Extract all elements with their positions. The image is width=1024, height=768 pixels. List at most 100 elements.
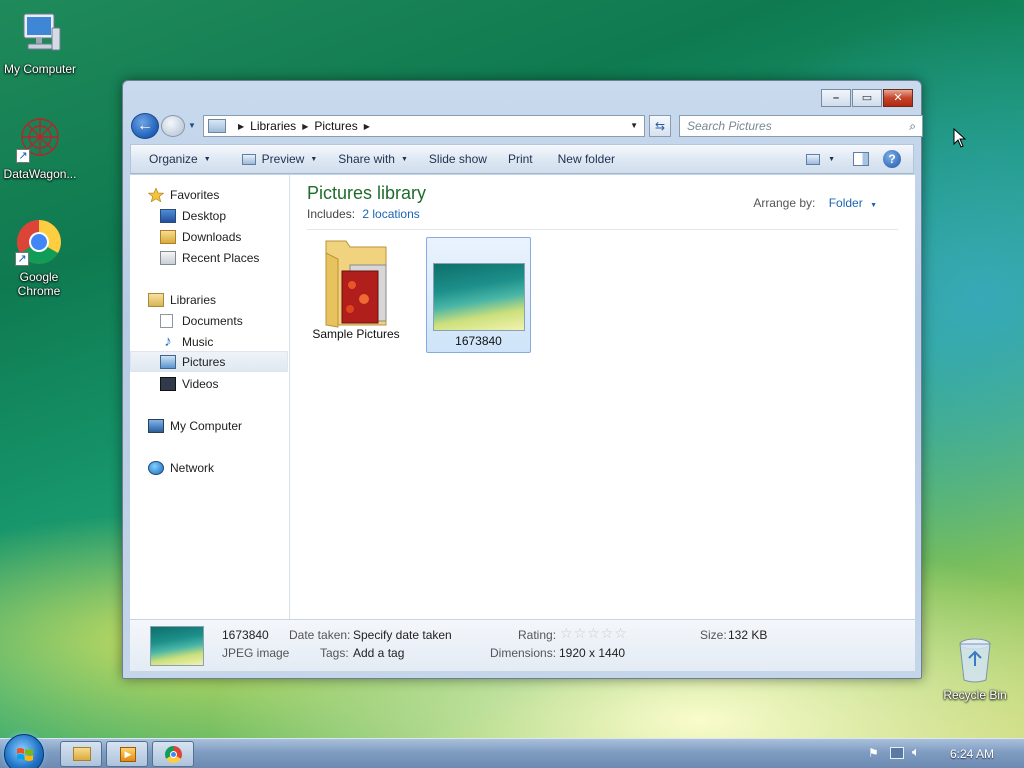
- chevron-down-icon[interactable]: ▼: [870, 202, 877, 209]
- minimize-button[interactable]: –: [821, 89, 851, 107]
- new-folder-button[interactable]: New folder: [542, 152, 624, 166]
- recycle-bin-icon: [955, 636, 995, 684]
- restore-icon: ▭: [861, 92, 873, 104]
- nav-documents[interactable]: Documents: [160, 310, 243, 331]
- network-status-icon[interactable]: [890, 747, 904, 759]
- arrange-by-dropdown[interactable]: Folder: [829, 196, 863, 210]
- breadcrumb-libraries[interactable]: Libraries: [250, 119, 296, 133]
- desktop-icon-label: Google Chrome: [17, 270, 61, 298]
- star-empty-icon[interactable]: ☆: [587, 625, 601, 641]
- slide-show-button[interactable]: Slide show: [417, 152, 496, 166]
- chrome-icon: [165, 746, 182, 763]
- nav-my-computer-label: My Computer: [170, 418, 243, 433]
- details-thumbnail: [150, 626, 204, 666]
- nav-videos[interactable]: Videos: [160, 373, 218, 394]
- recent-places-icon: [160, 250, 176, 265]
- organize-label: Organize: [149, 152, 198, 166]
- nav-music[interactable]: ♪ Music: [160, 331, 213, 352]
- help-icon[interactable]: ?: [883, 150, 901, 168]
- chevron-down-icon: ▼: [828, 155, 835, 163]
- volume-icon[interactable]: 🔈︎: [912, 744, 920, 760]
- taskbar-chrome-button[interactable]: [152, 741, 194, 767]
- size-label: Size:: [700, 628, 727, 642]
- view-options-dropdown[interactable]: ▼: [820, 156, 845, 163]
- address-dropdown-icon[interactable]: ▼: [630, 121, 638, 130]
- breadcrumb-chevron-icon[interactable]: ▶: [238, 122, 244, 131]
- nav-pictures[interactable]: Pictures: [130, 351, 288, 372]
- back-arrow-icon: ←: [137, 117, 153, 134]
- minimize-icon: –: [832, 92, 840, 104]
- change-view-icon[interactable]: [806, 153, 821, 165]
- command-bar: Organize ▼ Preview ▼ Share with ▼ Slide sho…: [130, 144, 914, 174]
- star-empty-icon[interactable]: ☆: [560, 625, 574, 641]
- folder-icon: [73, 747, 91, 761]
- breadcrumb-chevron-icon[interactable]: ▶: [364, 122, 370, 131]
- includes-locations-link[interactable]: 2 locations: [362, 207, 419, 221]
- tags-label: Tags:: [320, 646, 349, 660]
- forward-button[interactable]: [161, 115, 185, 137]
- date-taken-field[interactable]: Specify date taken: [353, 628, 452, 642]
- star-empty-icon[interactable]: ☆: [574, 625, 588, 641]
- rating-stars[interactable]: ☆☆☆☆☆: [560, 625, 628, 642]
- nav-libraries[interactable]: Libraries: [148, 289, 216, 310]
- dimensions-label: Dimensions:: [490, 646, 557, 660]
- toolbar-right-group: ▼ ?: [806, 150, 913, 168]
- nav-my-computer[interactable]: My Computer: [148, 415, 242, 436]
- share-with-label: Share with: [338, 152, 395, 166]
- desktop-icon: [160, 208, 176, 223]
- explorer-window: – ▭ ✕ ← ▼ ▶ Libraries ▶ Pictures ▶ ▼ ⇆ S…: [122, 80, 923, 679]
- breadcrumb-pictures[interactable]: Pictures: [314, 119, 357, 133]
- nav-network[interactable]: Network: [148, 457, 214, 478]
- folder-icon: [320, 233, 392, 329]
- taskbar: ▶ ⚑ 🔈︎ 6:24 AM: [0, 734, 1024, 768]
- mouse-cursor-icon: [953, 127, 967, 151]
- computer-icon: [16, 10, 64, 58]
- size-value: 132 KB: [728, 628, 768, 642]
- shortcut-arrow-icon: ↗: [16, 149, 30, 163]
- address-row: ← ▼ ▶ Libraries ▶ Pictures ▶ ▼ ⇆ Search …: [131, 112, 923, 140]
- taskbar-explorer-button[interactable]: [60, 741, 102, 767]
- desktop-icon-datawagon[interactable]: ↗ DataWagon...: [0, 115, 80, 181]
- share-with-button[interactable]: Share with ▼: [326, 152, 417, 166]
- organize-button[interactable]: Organize ▼: [131, 152, 220, 166]
- preview-icon: [241, 153, 256, 165]
- desktop-icon-google-chrome[interactable]: ↗ Google Chrome: [0, 218, 78, 298]
- file-item-1673840-tile[interactable]: 1673840: [426, 237, 531, 353]
- print-button[interactable]: Print: [496, 152, 542, 166]
- nav-libraries-label: Libraries: [170, 292, 217, 307]
- library-folder-icon: [208, 119, 226, 133]
- preview-button[interactable]: Preview ▼: [220, 152, 327, 166]
- maximize-button[interactable]: ▭: [852, 89, 882, 107]
- dimensions-value: 1920 x 1440: [559, 646, 626, 660]
- libraries-icon: [148, 292, 164, 307]
- desktop-icon-my-computer[interactable]: My Computer: [0, 10, 80, 76]
- details-file-type: JPEG image: [222, 646, 290, 660]
- library-includes: Includes: 2 locations: [307, 207, 420, 221]
- navigation-pane: Favorites Desktop Downloads Recent Place…: [130, 175, 290, 619]
- star-empty-icon[interactable]: ☆: [601, 625, 615, 641]
- nav-downloads[interactable]: Downloads: [160, 226, 241, 247]
- search-icon[interactable]: ⌕: [909, 116, 916, 136]
- breadcrumb-chevron-icon[interactable]: ▶: [302, 122, 308, 131]
- clock[interactable]: 6:24 AM: [950, 747, 994, 761]
- nav-recent-places[interactable]: Recent Places: [160, 247, 259, 268]
- desktop-icon-recycle-bin[interactable]: Recycle Bin: [935, 636, 1015, 702]
- address-bar[interactable]: ▶ Libraries ▶ Pictures ▶ ▼: [203, 115, 645, 137]
- star-empty-icon[interactable]: ☆: [614, 625, 628, 641]
- start-button[interactable]: [4, 734, 44, 768]
- nav-recent-places-label: Recent Places: [182, 250, 260, 265]
- close-button[interactable]: ✕: [883, 89, 913, 107]
- tags-field[interactable]: Add a tag: [353, 646, 404, 660]
- nav-desktop[interactable]: Desktop: [160, 205, 226, 226]
- refresh-button[interactable]: ⇆: [649, 115, 671, 137]
- file-item-sample-pictures[interactable]: Sample Pictures: [306, 233, 406, 347]
- search-input[interactable]: Search Pictures ⌕: [679, 115, 923, 137]
- arrange-by-label: Arrange by:: [753, 196, 816, 210]
- nav-favorites[interactable]: Favorites: [147, 184, 219, 205]
- taskbar-media-player-button[interactable]: ▶: [106, 741, 148, 767]
- videos-icon: [160, 376, 176, 391]
- back-button[interactable]: ←: [131, 113, 159, 139]
- recent-pages-dropdown[interactable]: ▼: [188, 121, 196, 130]
- preview-pane-icon[interactable]: [853, 152, 869, 166]
- action-center-flag-icon[interactable]: ⚑: [868, 746, 882, 760]
